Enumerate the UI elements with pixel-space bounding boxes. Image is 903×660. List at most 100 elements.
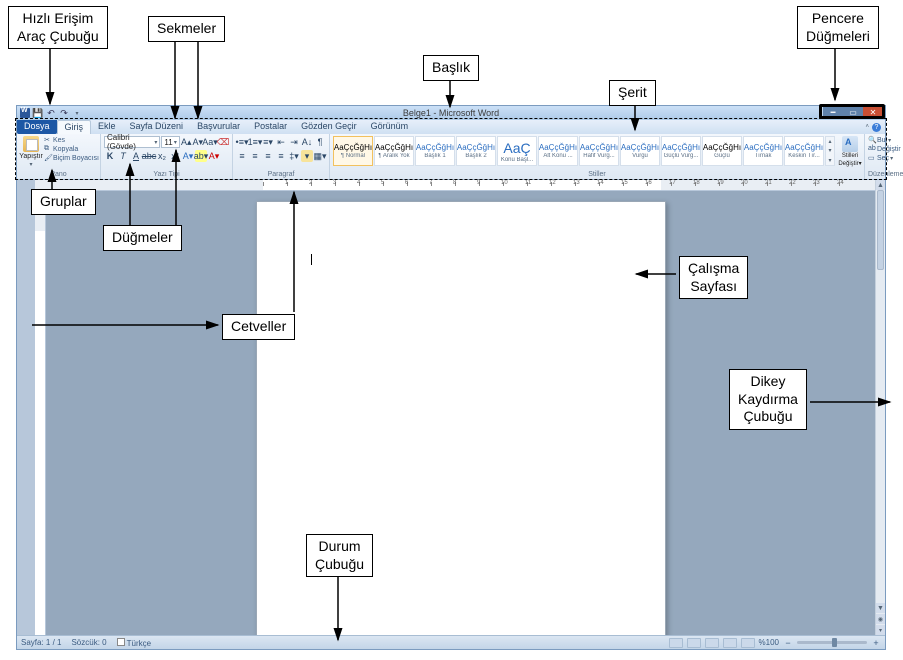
sort-button[interactable]: A↓ [301, 136, 313, 148]
multilevel-button[interactable]: ≡▾ [262, 136, 274, 148]
group-clipboard: Yapıştır ▾ ✂Kes ⧉Kopyala 🖌Biçim Boyacısı… [17, 134, 101, 179]
style-item-3[interactable]: AaÇçĞğHıBaşlık 2 [456, 136, 496, 166]
borders-button[interactable]: ▦▾ [314, 150, 326, 162]
text-effects-button[interactable]: A▾ [182, 150, 194, 162]
callout-worksheet: ÇalışmaSayfası [679, 256, 748, 299]
prev-page-button[interactable]: ◉ [876, 614, 885, 624]
view-draft-button[interactable] [741, 638, 755, 648]
titlebar: 💾 ↶ ↷ ▾ Belge1 - Microsoft Word ━ ▭ ✕ [17, 106, 885, 120]
style-item-5[interactable]: AaÇçĞğHıAlt Konu ... [538, 136, 578, 166]
style-item-7[interactable]: AaÇçĞğHıVurgu [620, 136, 660, 166]
window-title: Belge1 - Microsoft Word [403, 108, 499, 118]
show-marks-button[interactable]: ¶ [314, 136, 326, 148]
tab-file[interactable]: Dosya [17, 120, 57, 134]
status-language[interactable]: Türkçe [117, 638, 151, 648]
select-button[interactable]: ▭Seç▾ [868, 154, 903, 162]
scroll-down-button[interactable]: ▼ [876, 603, 885, 613]
subscript-button[interactable]: x₂ [156, 150, 168, 162]
align-center-button[interactable]: ≡ [249, 150, 261, 162]
shading-button[interactable]: ▾ [301, 150, 313, 162]
callout-title: Başlık [423, 55, 479, 81]
font-name-combo[interactable]: Calibri (Gövde)▾ [104, 136, 160, 148]
zoom-in-button[interactable]: + [871, 638, 881, 648]
decrease-indent-button[interactable]: ⇤ [275, 136, 287, 148]
find-button[interactable]: 🔍Bul▾ [868, 136, 903, 144]
group-clipboard-label: Pano [20, 171, 97, 178]
superscript-button[interactable]: x² [169, 150, 181, 162]
callout-statusbar: DurumÇubuğu [306, 534, 373, 577]
style-item-6[interactable]: AaÇçĞğHıHafif Vurg... [579, 136, 619, 166]
group-editing-label: Düzenleme [868, 171, 903, 178]
view-outline-button[interactable] [723, 638, 737, 648]
tab-review[interactable]: Gözden Geçir [294, 120, 364, 134]
paste-label: Yapıştır [19, 153, 43, 160]
vertical-ruler[interactable] [35, 191, 46, 635]
cut-button[interactable]: ✂Kes [44, 136, 99, 144]
tab-insert[interactable]: Ekle [91, 120, 123, 134]
numbering-button[interactable]: 1≡▾ [249, 136, 261, 148]
line-spacing-button[interactable]: ‡▾ [288, 150, 300, 162]
zoom-slider[interactable] [797, 641, 867, 644]
tab-mailings[interactable]: Postalar [247, 120, 294, 134]
paste-button[interactable]: Yapıştır ▾ [20, 136, 42, 168]
underline-button[interactable]: A [130, 150, 142, 162]
word-app-icon[interactable] [20, 108, 30, 118]
style-item-11[interactable]: AaÇçĞğHıKeskin Tır... [784, 136, 824, 166]
status-page[interactable]: Sayfa: 1 / 1 [21, 638, 61, 647]
paste-icon [23, 136, 39, 152]
increase-indent-button[interactable]: ⇥ [288, 136, 300, 148]
strike-button[interactable]: abc [143, 150, 155, 162]
replace-button[interactable]: abDeğiştir [868, 145, 903, 153]
callout-quick-access: Hızlı ErişimAraç Çubuğu [8, 6, 108, 49]
style-item-9[interactable]: AaÇçĞğHıGüçlü [702, 136, 742, 166]
group-paragraph: •≡▾ 1≡▾ ≡▾ ⇤ ⇥ A↓ ¶ ≡ ≡ ≡ ≡ ‡▾ ▾ ▦▾ [233, 134, 330, 179]
next-page-button[interactable]: ▾ [876, 625, 885, 635]
font-size-combo[interactable]: 11▾ [161, 136, 180, 148]
format-painter-button[interactable]: 🖌Biçim Boyacısı [44, 154, 99, 162]
tab-home[interactable]: Giriş [57, 120, 92, 134]
tab-references[interactable]: Başvurular [190, 120, 247, 134]
change-styles-button[interactable]: AStilleriDeğiştir▾ [839, 136, 861, 167]
styles-gallery-more[interactable]: ▴▾▾ [825, 136, 835, 166]
view-full-screen-button[interactable] [687, 638, 701, 648]
qat-redo-icon[interactable]: ↷ [59, 108, 69, 118]
copy-button[interactable]: ⧉Kopyala [44, 145, 99, 153]
grow-font-button[interactable]: A▴ [181, 136, 192, 148]
horizontal-ruler[interactable]: 123456789101112131415161718192021222324 [35, 180, 875, 191]
style-item-8[interactable]: AaÇçĞğHıGüçlü Vurg... [661, 136, 701, 166]
font-color-button[interactable]: A▾ [208, 150, 220, 162]
tab-page-layout[interactable]: Sayfa Düzeni [123, 120, 191, 134]
italic-button[interactable]: T [117, 150, 129, 162]
style-item-0[interactable]: AaÇçĞğHı¶ Normal [333, 136, 373, 166]
style-item-10[interactable]: AaÇçĞğHıTırnak [743, 136, 783, 166]
vertical-scrollbar[interactable]: ▲ ▼ ◉ ▾ [875, 180, 885, 635]
clear-formatting-button[interactable]: ⌫ [217, 136, 229, 148]
status-words[interactable]: Sözcük: 0 [71, 638, 106, 647]
callout-groups: Gruplar [31, 189, 96, 215]
view-print-layout-button[interactable] [669, 638, 683, 648]
bold-button[interactable]: K [104, 150, 116, 162]
view-web-layout-button[interactable] [705, 638, 719, 648]
quick-access-toolbar: 💾 ↶ ↷ ▾ [17, 108, 82, 118]
tab-view[interactable]: Görünüm [364, 120, 416, 134]
style-item-4[interactable]: AaÇKonu Başl... [497, 136, 537, 166]
bullets-button[interactable]: •≡▾ [236, 136, 248, 148]
ribbon-minimize-icon[interactable]: ˄ [865, 124, 869, 130]
qat-undo-icon[interactable]: ↶ [46, 108, 56, 118]
scroll-up-button[interactable]: ▲ [876, 180, 885, 190]
change-case-button[interactable]: Aa▾ [204, 136, 216, 148]
scroll-thumb[interactable] [877, 190, 884, 270]
align-right-button[interactable]: ≡ [262, 150, 274, 162]
qat-customize-icon[interactable]: ▾ [72, 108, 82, 118]
highlight-button[interactable]: ab▾ [195, 150, 207, 162]
zoom-level[interactable]: %100 [759, 638, 779, 647]
style-item-1[interactable]: AaÇçĞğHı¶ Aralık Yok [374, 136, 414, 166]
justify-button[interactable]: ≡ [275, 150, 287, 162]
callout-vscroll: DikeyKaydırmaÇubuğu [729, 369, 807, 430]
zoom-out-button[interactable]: − [783, 638, 793, 648]
align-left-button[interactable]: ≡ [236, 150, 248, 162]
qat-save-icon[interactable]: 💾 [33, 108, 43, 118]
style-item-2[interactable]: AaÇçĞğHıBaşlık 1 [415, 136, 455, 166]
help-icon[interactable]: ? [872, 123, 881, 132]
callout-window-buttons: PencereDüğmeleri [797, 6, 879, 49]
